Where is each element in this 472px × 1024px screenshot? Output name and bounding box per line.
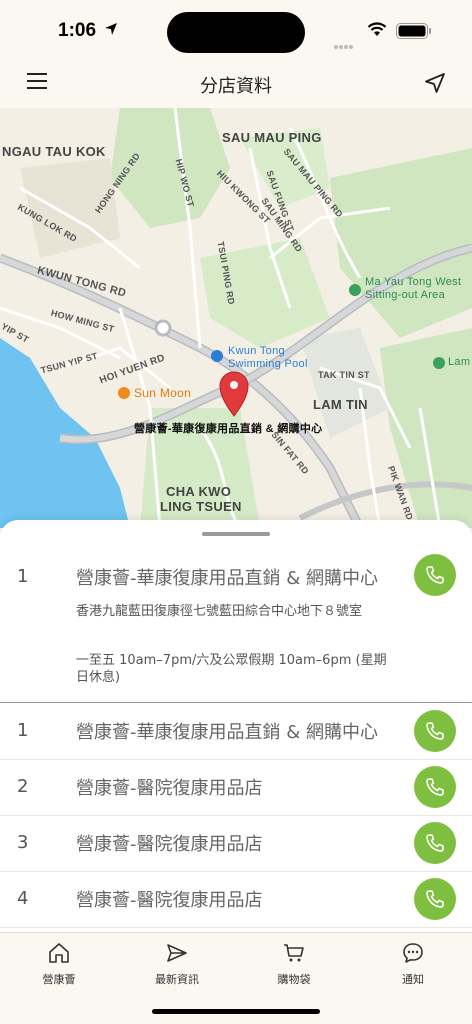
wifi-icon	[367, 22, 387, 36]
call-button[interactable]	[414, 554, 456, 596]
dynamic-island	[167, 12, 305, 53]
home-icon	[49, 943, 69, 963]
map-label: Lam	[448, 356, 471, 368]
location-arrow-icon[interactable]	[424, 72, 446, 94]
map-label: Sitting-out Area	[365, 289, 446, 301]
phone-icon	[426, 778, 444, 796]
status-time: 1:06	[58, 20, 97, 41]
map-label: Swimming Pool	[228, 358, 308, 370]
store-index: 1	[17, 566, 29, 587]
send-icon	[167, 944, 187, 962]
store-name: 營康薈-華康復康用品直銷 & 網購中心	[76, 722, 378, 743]
battery-icon	[396, 23, 431, 39]
selected-store-detail: 1 營康薈-華康復康用品直銷 & 網購中心 香港九龍藍田復康徑七號藍田綜合中心地…	[0, 550, 472, 703]
store-name: 營康薈-醫院復康用品店	[76, 834, 263, 855]
tab-label: 通知	[402, 973, 424, 986]
store-row[interactable]: 1 營康薈-華康復康用品直銷 & 網購中心	[0, 704, 472, 760]
store-row[interactable]: 4 營康薈-醫院復康用品店	[0, 872, 472, 928]
status-bar: 1:06	[0, 0, 472, 60]
location-services-icon	[105, 23, 117, 35]
map-label: Sun Moon	[134, 386, 192, 400]
store-name: 營康薈-醫院復康用品店	[76, 778, 263, 799]
navigation-bar: 分店資料	[0, 60, 472, 108]
tab-notifications[interactable]: 通知	[373, 941, 453, 987]
map-label: SAU MAU PING	[222, 130, 322, 145]
store-row[interactable]: 3 營康薈-醫院復康用品店	[0, 816, 472, 872]
pin-label: 營康薈-華康復康用品直銷 & 網購中心	[134, 423, 323, 435]
map-label: NGAU TAU KOK	[2, 144, 106, 159]
call-button[interactable]	[414, 822, 456, 864]
store-hours: 一至五 10am–7pm/六及公眾假期 10am–6pm (星期日休息)	[76, 653, 387, 685]
phone-icon	[426, 890, 444, 908]
map-label: CHA KWO	[166, 484, 232, 499]
call-button[interactable]	[414, 878, 456, 920]
tab-news[interactable]: 最新資訊	[137, 941, 217, 987]
cart-icon	[284, 944, 304, 962]
tab-label: 購物袋	[277, 973, 311, 986]
phone-icon	[426, 566, 444, 584]
store-address: 香港九龍藍田復康徑七號藍田綜合中心地下８號室	[76, 604, 363, 619]
map-label: LAM TIN	[313, 397, 368, 412]
phone-icon	[426, 834, 444, 852]
page-title: 分店資料	[200, 76, 272, 97]
map-label: Ma Yau Tong West	[365, 276, 462, 288]
map-label: Kwun Tong	[228, 345, 285, 357]
store-index: 3	[17, 832, 29, 853]
map-label: TAK TIN ST	[318, 370, 370, 380]
store-row[interactable]: 2 營康薈-醫院復康用品店	[0, 760, 472, 816]
store-index: 2	[17, 776, 29, 797]
store-name: 營康薈-華康復康用品直銷 & 網購中心	[76, 568, 378, 589]
chat-bubble-icon	[403, 943, 423, 963]
tab-home[interactable]: 營康薈	[19, 941, 99, 987]
sheet-grabber[interactable]	[202, 532, 270, 536]
tab-label: 營康薈	[42, 973, 76, 986]
store-index: 1	[17, 720, 29, 741]
store-name: 營康薈-醫院復康用品店	[76, 890, 263, 911]
store-map[interactable]: NGAU TAU KOK SAU MAU PING KWUN TONG RD H…	[0, 108, 472, 528]
tab-label: 最新資訊	[155, 973, 199, 986]
store-list-sheet: 1 營康薈-華康復康用品直銷 & 網購中心 香港九龍藍田復康徑七號藍田綜合中心地…	[0, 520, 472, 932]
home-indicator	[152, 1009, 320, 1014]
map-label: LING TSUEN	[160, 499, 242, 514]
cellular-signal-icon	[334, 34, 354, 53]
store-index: 4	[17, 888, 29, 909]
call-button[interactable]	[414, 710, 456, 752]
tab-cart[interactable]: 購物袋	[254, 941, 334, 987]
call-button[interactable]	[414, 766, 456, 808]
phone-icon	[426, 722, 444, 740]
